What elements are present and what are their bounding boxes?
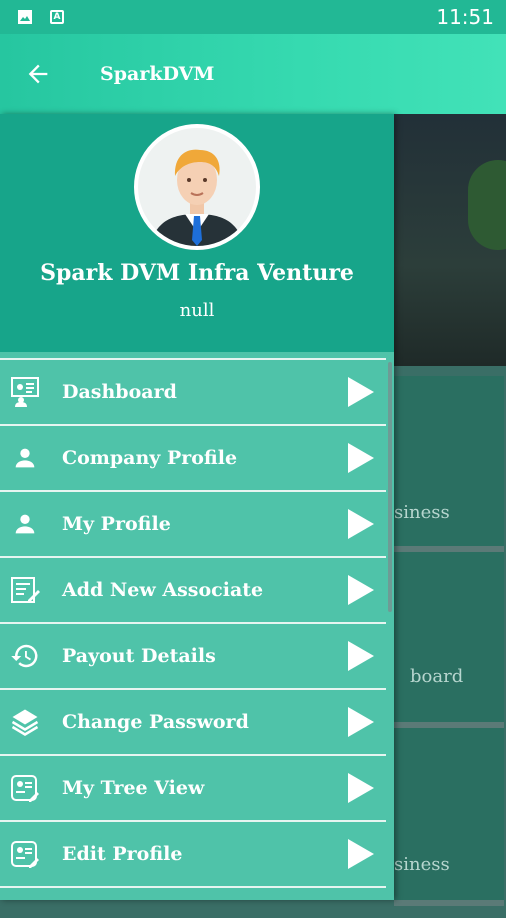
- menu-item-payout-details[interactable]: Payout Details: [0, 622, 386, 688]
- clock: 11:51: [436, 5, 494, 29]
- user-name: Spark DVM Infra Venture: [40, 260, 354, 286]
- drawer-header: Spark DVM Infra Venture null: [0, 114, 394, 352]
- background-card-text: board: [410, 666, 464, 687]
- menu-item-label: My Profile: [62, 513, 171, 535]
- chevron-right-icon: [348, 377, 374, 407]
- scrollbar[interactable]: [388, 362, 392, 612]
- person-icon: [8, 441, 42, 475]
- background-card-text: siness: [394, 854, 450, 875]
- chevron-right-icon: [348, 641, 374, 671]
- menu-item-edit-profile[interactable]: Edit Profile: [0, 820, 386, 886]
- a-letter-icon: A: [50, 10, 64, 24]
- app-bar: SparkDVM: [0, 34, 506, 114]
- menu-item-label: Add New Associate: [62, 579, 264, 601]
- menu-item-label: Dashboard: [62, 381, 177, 403]
- chevron-right-icon: [348, 509, 374, 539]
- drawer-menu: Dashboard Company Profile My Profile Add…: [0, 358, 394, 918]
- menu-item-my-tree-view[interactable]: My Tree View: [0, 754, 386, 820]
- menu-item-label: Change Password: [62, 711, 249, 733]
- id-card-edit-icon: [8, 837, 42, 871]
- background-card: siness: [394, 376, 504, 552]
- layers-icon: [8, 705, 42, 739]
- chevron-right-icon: [348, 707, 374, 737]
- person-icon: [8, 507, 42, 541]
- background-card: board: [394, 552, 504, 728]
- dashboard-icon: [8, 375, 42, 409]
- id-card-edit-icon: [8, 771, 42, 805]
- app-title: SparkDVM: [100, 63, 215, 85]
- user-subtitle: null: [179, 300, 215, 321]
- chevron-right-icon: [348, 443, 374, 473]
- background-card-text: siness: [394, 502, 450, 523]
- status-bar: A 11:51: [0, 0, 506, 34]
- chevron-right-icon: [348, 575, 374, 605]
- menu-item-label: Payout Details: [62, 645, 216, 667]
- menu-item-label: My Tree View: [62, 777, 205, 799]
- menu-item-dashboard[interactable]: Dashboard: [0, 358, 386, 424]
- menu-item-change-password[interactable]: Change Password: [0, 688, 386, 754]
- chevron-right-icon: [348, 839, 374, 869]
- arrow-left-icon[interactable]: [24, 60, 52, 88]
- background-tree: [468, 160, 506, 250]
- add-associate-icon: [8, 573, 42, 607]
- background-card: siness: [394, 728, 504, 906]
- avatar[interactable]: [134, 124, 260, 250]
- image-icon: [18, 10, 32, 24]
- menu-item-company-profile[interactable]: Company Profile: [0, 424, 386, 490]
- menu-item-my-profile[interactable]: My Profile: [0, 490, 386, 556]
- history-icon: [8, 639, 42, 673]
- menu-item-add-new-associate[interactable]: Add New Associate: [0, 556, 386, 622]
- navigation-drawer: Spark DVM Infra Venture null Dashboard C…: [0, 114, 394, 900]
- chevron-right-icon: [348, 773, 374, 803]
- menu-item-label: Edit Profile: [62, 843, 183, 865]
- menu-item-partial[interactable]: [0, 886, 386, 918]
- menu-item-label: Company Profile: [62, 447, 238, 469]
